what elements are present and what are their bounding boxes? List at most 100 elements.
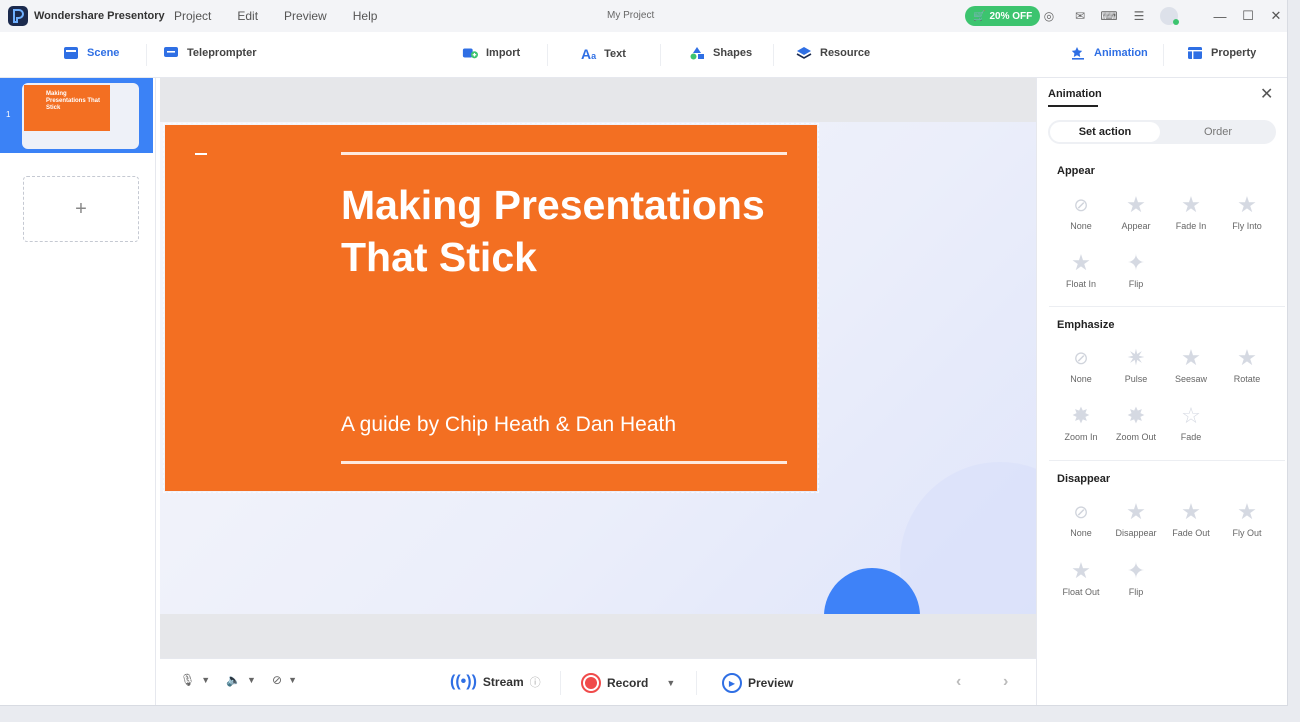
group-divider [1049,460,1285,461]
effect-disappear[interactable]: ★ Disappear [1108,499,1164,538]
effect-float-out[interactable]: ★ Float Out [1053,558,1109,597]
app-window: Wondershare Presentory Project Edit Prev… [0,0,1288,706]
stream-button[interactable]: ((•)) Stream ⓘ [450,673,541,691]
star-icon: ✸ [1071,403,1091,428]
effect-fade[interactable]: ☆ Fade [1163,403,1219,442]
help-icon: ⓘ [529,677,541,689]
effect-float-in[interactable]: ★ Float In [1053,250,1109,289]
slide-thumbnail[interactable]: Making Presentations That Stick [22,83,139,149]
none-icon: ⊘ [1073,348,1089,368]
none-icon: ⊘ [1073,502,1089,522]
close-icon[interactable]: ✕ [1260,84,1273,104]
effect-fly-into[interactable]: ★ Fly Into [1219,192,1275,231]
chevron-down-icon: ▼ [201,675,211,685]
feedback-icon[interactable]: ☰ [1131,8,1147,24]
none-icon: ⊘ [1073,195,1089,215]
scene-button[interactable]: Scene [63,46,119,60]
effect-disappear-flip[interactable]: ✦ Flip [1108,558,1164,597]
promo-badge[interactable]: 🛒 20% OFF [965,6,1041,26]
minimize-icon[interactable]: — [1210,6,1230,26]
animation-icon [1071,47,1084,60]
promo-label: 20% OFF [989,10,1033,22]
speaker-control[interactable]: 🔈 ▼ [226,673,256,687]
effect-fade-out[interactable]: ★ Fade Out [1163,499,1219,538]
chevron-down-icon: ▼ [666,678,676,688]
next-slide-icon[interactable]: › [1003,673,1008,691]
microphone-control[interactable]: 🎙 ▼ [180,673,210,687]
cart-icon: 🛒 [973,10,986,22]
menu-project[interactable]: Project [174,9,211,23]
effect-fly-out[interactable]: ★ Fly Out [1219,499,1275,538]
star-icon: ✸ [1126,403,1146,428]
import-icon [462,48,478,59]
record-circle-icon[interactable]: ◎ [1041,8,1057,24]
menu-edit[interactable]: Edit [237,9,258,23]
panel-title: Animation [1048,88,1102,100]
animation-button[interactable]: Animation [1070,46,1148,60]
camera-control[interactable]: ⊘ ▼ [272,673,297,687]
thumbnail-orange-block: Making Presentations That Stick [24,85,110,131]
property-icon [1188,47,1202,59]
toolbar-divider [146,44,147,66]
app-logo-icon [8,6,28,26]
keyboard-icon[interactable]: ⌨ [1100,8,1117,24]
teleprompter-button[interactable]: Teleprompter [163,46,256,60]
effect-appear[interactable]: ★ Appear [1108,192,1164,231]
star-icon: ★ [1126,499,1146,524]
effect-seesaw[interactable]: ★ Seesaw [1163,345,1219,384]
star-icon: ✷ [1126,345,1146,370]
star-icon: ★ [1237,345,1257,370]
effect-appear-flip[interactable]: ✦ Flip [1108,250,1164,289]
property-button[interactable]: Property [1187,46,1256,60]
slide-title[interactable]: Making Presentations That Stick [341,179,781,283]
chevron-down-icon: ▼ [246,675,256,685]
menu-preview[interactable]: Preview [284,9,327,23]
import-button[interactable]: Import [462,46,520,60]
star-icon: ★ [1181,499,1201,524]
plus-icon: + [75,197,87,220]
bottom-divider [560,671,561,695]
star-icon: ★ [1071,558,1091,583]
shapes-button[interactable]: Shapes [689,46,752,60]
effect-appear-none[interactable]: ⊘ None [1053,192,1109,231]
bottom-divider [696,671,697,695]
slide-title-block[interactable]: Making Presentations That Stick A guide … [163,123,819,493]
text-icon: Aa [581,46,597,62]
slide-item-selected[interactable]: 1 Making Presentations That Stick [0,78,153,153]
decor-dash [195,153,207,155]
effect-fade-in[interactable]: ★ Fade In [1163,192,1219,231]
effect-zoom-out[interactable]: ✸ Zoom Out [1108,403,1164,442]
chevron-down-icon: ▼ [288,675,297,685]
online-status-dot [1173,19,1179,25]
previous-slide-icon[interactable]: ‹ [956,673,961,691]
star-icon: ✦ [1126,558,1146,583]
effect-pulse[interactable]: ✷ Pulse [1108,345,1164,384]
disappear-title: Disappear [1057,473,1111,485]
mail-icon[interactable]: ✉ [1072,8,1088,24]
effect-zoom-in[interactable]: ✸ Zoom In [1053,403,1109,442]
star-icon: ★ [1071,250,1091,275]
effect-disappear-none[interactable]: ⊘ None [1053,499,1109,538]
tab-order[interactable]: Order [1162,122,1274,142]
maximize-icon[interactable]: ☐ [1238,6,1258,26]
panel-title-underline [1048,105,1098,107]
star-icon: ★ [1181,192,1201,217]
effect-rotate[interactable]: ★ Rotate [1219,345,1275,384]
microphone-icon: 🎙 [180,673,196,687]
record-button[interactable]: Record ▼ [581,673,675,693]
menu-help[interactable]: Help [353,9,378,23]
emphasize-title: Emphasize [1057,319,1115,331]
menu-bar: Project Edit Preview Help [174,9,403,23]
text-button[interactable]: Aa Text [581,46,626,62]
decor-line-bottom [341,461,787,464]
effect-emphasize-none[interactable]: ⊘ None [1053,345,1109,384]
slide-list-panel: 1 Making Presentations That Stick + [0,78,156,705]
preview-button[interactable]: ▶ Preview [722,673,793,693]
resource-button[interactable]: Resource [796,46,870,60]
slide-subtitle[interactable]: A guide by Chip Heath & Dan Heath [341,413,676,437]
close-window-icon[interactable]: ✕ [1266,6,1286,26]
camera-off-icon: ⊘ [272,673,283,687]
tab-set-action[interactable]: Set action [1050,122,1160,142]
add-slide-button[interactable]: + [23,176,139,242]
slide-stage[interactable]: Making Presentations That Stick A guide … [160,122,1036,614]
